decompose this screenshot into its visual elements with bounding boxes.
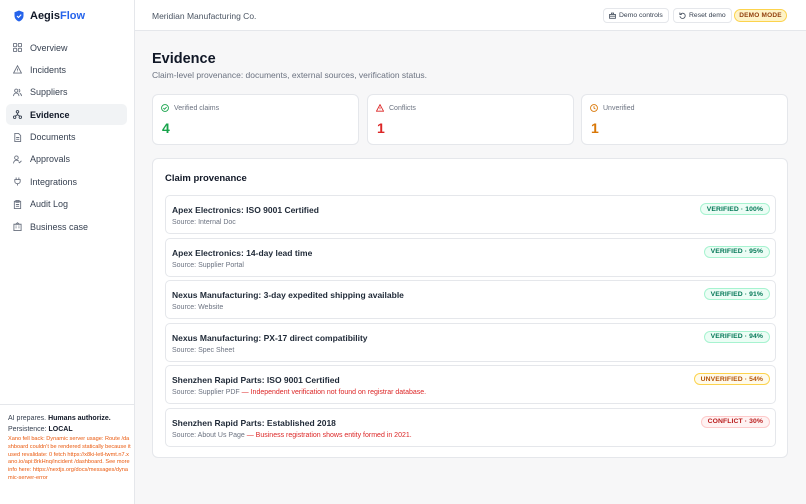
claim-title: Nexus Manufacturing: 3-day expedited shi… <box>172 290 404 300</box>
clock-icon <box>590 104 598 112</box>
sidebar-item-label: Incidents <box>30 64 67 75</box>
document-icon <box>14 132 22 142</box>
status-badge: VERIFIED · 94% <box>703 330 770 343</box>
sidebar-item-overview[interactable]: Overview <box>6 37 127 58</box>
claim-title: Shenzhen Rapid Parts: ISO 9001 Certified <box>172 375 340 385</box>
clipboard-icon <box>13 199 22 209</box>
page-subtitle: Claim-level provenance: documents, exter… <box>152 70 427 80</box>
status-badge: UNVERIFIED · 54% <box>693 373 770 385</box>
claim-row[interactable]: Shenzhen Rapid Parts: ISO 9001 Certified… <box>165 365 776 404</box>
sidebar: AegisFlow Overview Incidents Suppliers E… <box>0 0 135 504</box>
plug-icon <box>14 177 21 186</box>
sidebar-item-label: Business case <box>30 221 89 232</box>
stat-label: Conflicts <box>389 104 416 112</box>
claim-row[interactable]: Nexus Manufacturing: 3-day expedited shi… <box>165 280 776 319</box>
stat-value: 4 <box>162 120 170 136</box>
claim-title: Apex Electronics: ISO 9001 Certified <box>172 205 319 215</box>
sidebar-item-label: Audit Log <box>30 199 69 210</box>
warning-triangle-icon <box>13 65 22 74</box>
sidebar-item-label: Evidence <box>30 109 70 120</box>
claim-title: Apex Electronics: 14-day lead time <box>172 247 313 258</box>
sidebar-item-incidents[interactable]: Incidents <box>6 59 127 80</box>
claim-provenance-panel: Claim provenance Apex Electronics: ISO 9… <box>152 158 788 458</box>
org-name: Meridian Manufacturing Co. <box>152 11 257 21</box>
grid-icon <box>13 43 22 52</box>
sidebar-item-documents[interactable]: Documents <box>6 127 127 148</box>
claim-source: Source: Supplier Portal <box>172 261 244 269</box>
sidebar-item-label: Documents <box>30 132 76 143</box>
sidebar-item-suppliers[interactable]: Suppliers <box>6 82 127 103</box>
claim-note: — Business registration shows entity for… <box>246 431 412 439</box>
sidebar-item-integrations[interactable]: Integrations <box>6 171 127 192</box>
sidebar-item-label: Overview <box>30 42 68 53</box>
stat-label: Verified claims <box>174 104 220 112</box>
status-badge: CONFLICT · 30% <box>700 415 770 428</box>
building-icon <box>13 222 22 232</box>
network-icon <box>13 110 22 120</box>
reset-demo-button[interactable]: Reset demo <box>673 8 732 23</box>
refresh-icon <box>679 12 686 19</box>
sidebar-item-label: Approvals <box>30 154 71 165</box>
users-icon <box>13 88 22 96</box>
check-circle-icon <box>161 104 169 112</box>
shield-icon <box>14 10 24 22</box>
claim-source: Source: Website <box>172 304 224 311</box>
sidebar-nav: Overview Incidents Suppliers Evidence Do… <box>6 37 127 239</box>
claim-source: Source: Spec Sheet <box>172 346 235 354</box>
claim-row[interactable]: Nexus Manufacturing: PX-17 direct compat… <box>165 322 776 362</box>
claim-title: Shenzhen Rapid Parts: Established 2018 <box>172 417 336 428</box>
claim-note: — Independent verification not found on … <box>241 389 427 396</box>
demo-mode-badge: DEMO MODE <box>734 9 787 22</box>
brand-logo[interactable]: AegisFlow <box>14 9 85 23</box>
claim-source: Source: About Us Page — Business registr… <box>172 431 412 439</box>
tagline: AI prepares. Humans authorize. <box>8 415 111 422</box>
claim-source: Source: Supplier PDF — Independent verif… <box>172 389 427 396</box>
stat-value: 1 <box>591 120 599 136</box>
sidebar-item-audit-log[interactable]: Audit Log <box>6 194 127 215</box>
claim-source: Source: Internal Doc <box>172 219 236 226</box>
claim-row[interactable]: Shenzhen Rapid Parts: Established 2018 S… <box>165 407 776 447</box>
stat-card-unverified: Unverified 1 <box>581 94 788 145</box>
panel-title: Claim provenance <box>165 173 247 184</box>
claim-row[interactable]: Apex Electronics: ISO 9001 Certified Sou… <box>165 195 776 234</box>
sidebar-item-approvals[interactable]: Approvals <box>6 149 127 170</box>
brand-name: AegisFlow <box>30 10 86 22</box>
user-check-icon <box>13 155 22 164</box>
error-message: Xano fell back: Dynamic server usage: Ro… <box>8 436 131 481</box>
claim-title: Nexus Manufacturing: PX-17 direct compat… <box>172 332 368 343</box>
sidebar-item-label: Suppliers <box>30 87 68 98</box>
status-badge: VERIFIED · 100% <box>699 203 770 215</box>
sidebar-item-evidence[interactable]: Evidence <box>6 104 127 126</box>
sidebar-item-label: Integrations <box>30 176 78 187</box>
topbar: Meridian Manufacturing Co. Demo controls… <box>135 0 806 31</box>
demo-controls-button[interactable]: Demo controls <box>603 8 669 23</box>
claim-row[interactable]: Apex Electronics: 14-day lead time Sourc… <box>165 237 776 277</box>
page-title: Evidence <box>152 51 216 67</box>
persistence-status: Persistence: LOCAL <box>8 426 73 433</box>
sidebar-footer: AI prepares. Humans authorize. Persisten… <box>0 404 135 483</box>
status-badge: VERIFIED · 91% <box>703 288 770 300</box>
stat-value: 1 <box>377 120 385 136</box>
stat-label: Unverified <box>603 104 635 112</box>
warning-triangle-icon <box>376 104 384 112</box>
status-badge: VERIFIED · 95% <box>703 245 770 258</box>
stat-card-verified: Verified claims 4 <box>152 94 359 145</box>
toolbox-icon <box>609 12 616 19</box>
sidebar-item-business-case[interactable]: Business case <box>6 216 127 237</box>
stat-card-conflicts: Conflicts 1 <box>367 94 574 145</box>
